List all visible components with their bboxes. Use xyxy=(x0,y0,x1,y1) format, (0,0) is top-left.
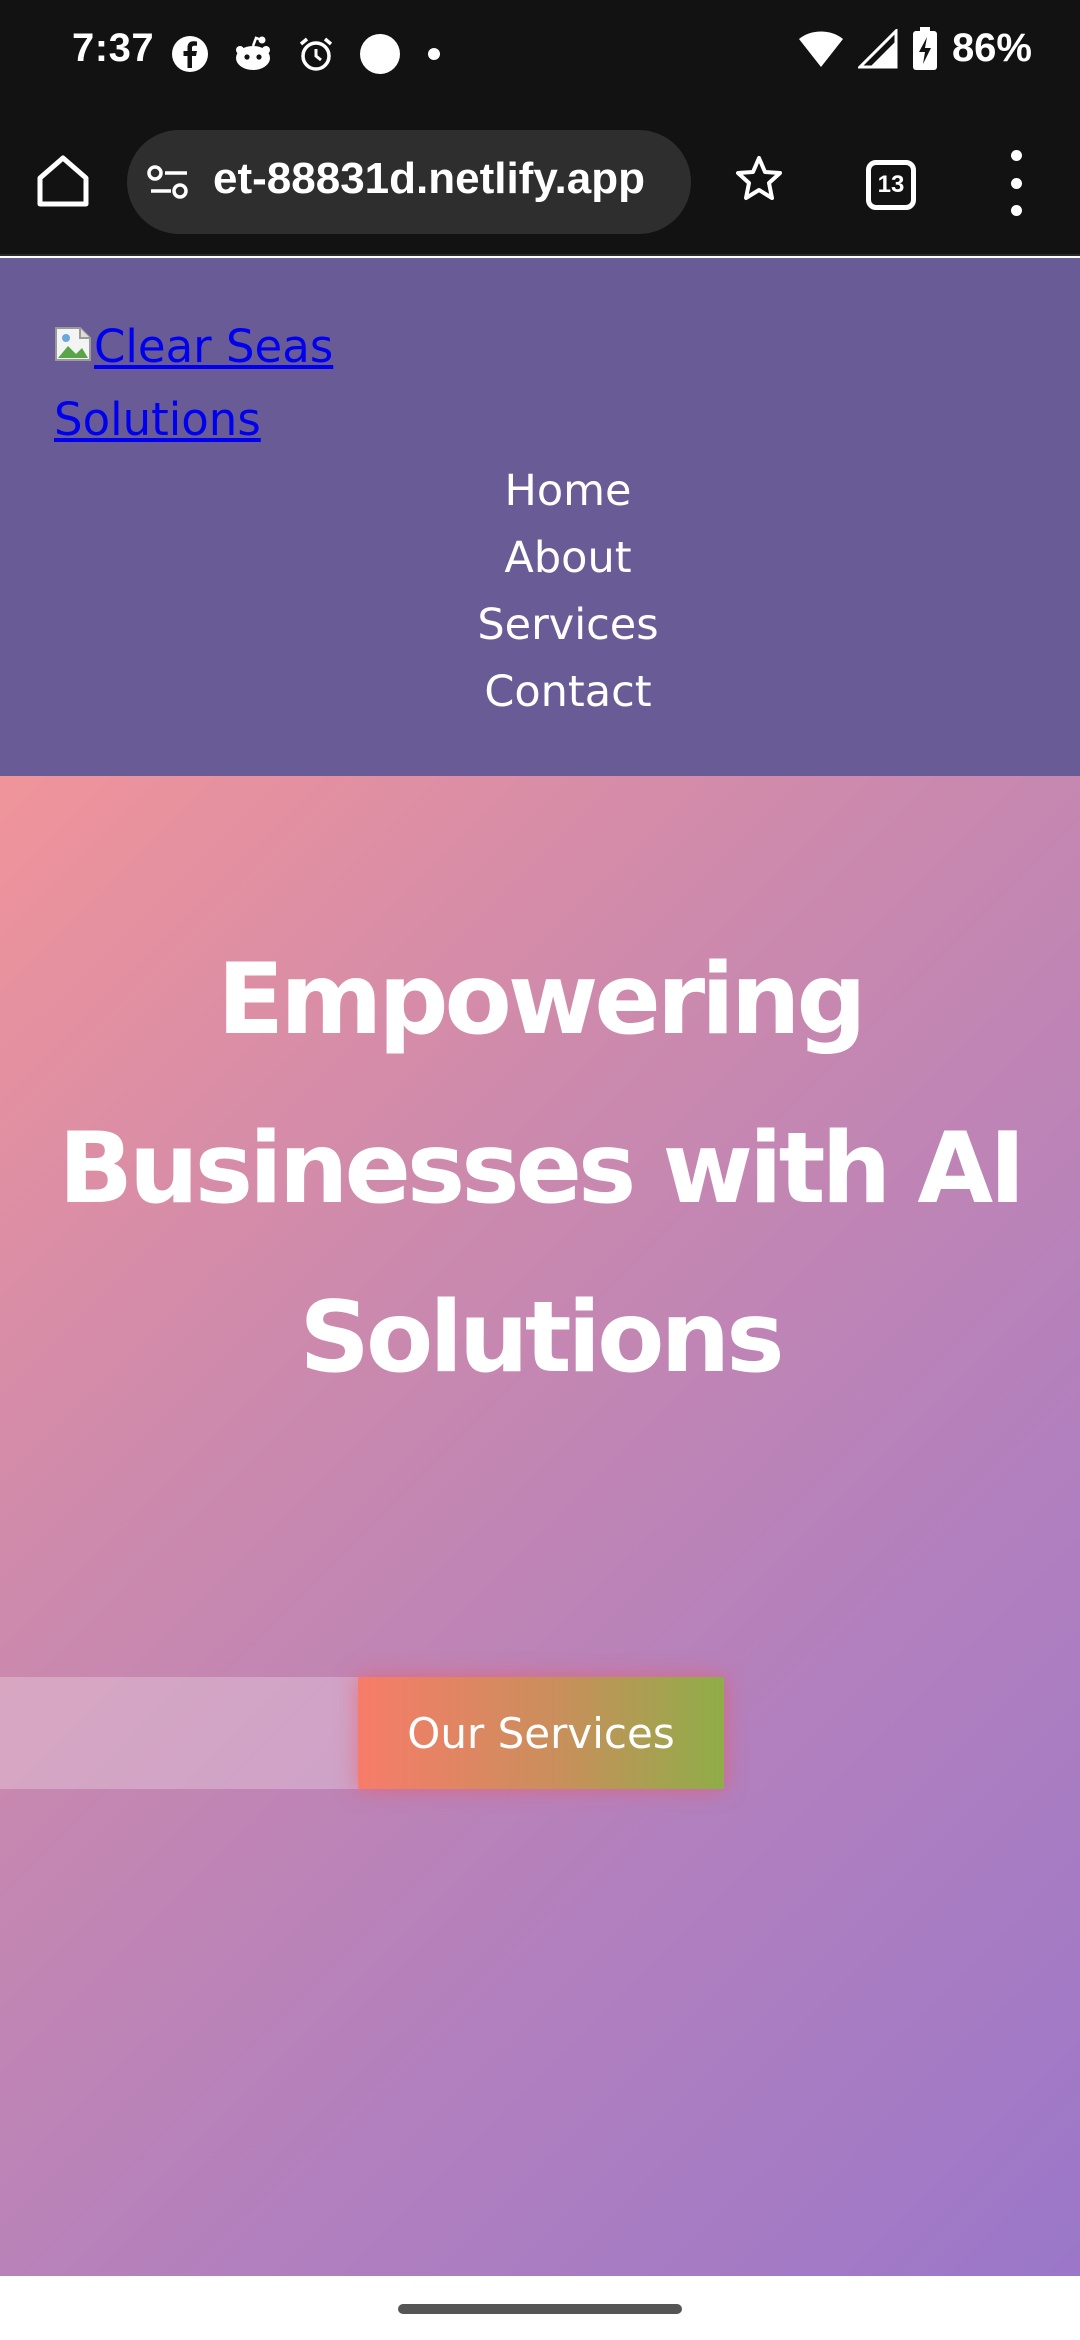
logo-alt-text[interactable]: Clear Seas Solutions xyxy=(54,320,333,446)
url-text[interactable]: et-88831d.netlify.app xyxy=(213,154,683,204)
browser-toolbar: et-88831d.netlify.app 13 xyxy=(0,110,1080,256)
main-nav: Home About Services Contact xyxy=(0,458,1080,726)
alarm-icon xyxy=(299,37,333,71)
notification-icons xyxy=(170,32,444,76)
system-icons: 86% xyxy=(798,26,1032,71)
hero-section: Empowering Businesses with AI Solutions … xyxy=(0,776,1080,2276)
tab-switcher-button[interactable]: 13 xyxy=(866,160,916,210)
nav-item-home[interactable]: Home xyxy=(56,458,1080,525)
reddit-icon xyxy=(236,36,270,70)
gesture-handle[interactable] xyxy=(398,2304,682,2314)
nav-item-about[interactable]: About xyxy=(56,525,1080,592)
circle-icon xyxy=(360,34,400,74)
status-bar: 7:37 86% xyxy=(0,0,1080,110)
address-bar[interactable]: et-88831d.netlify.app xyxy=(127,130,691,234)
logo-link[interactable]: Clear Seas Solutions xyxy=(54,310,394,456)
dot-icon xyxy=(428,48,440,60)
hero-title: Empowering Businesses with AI Solutions xyxy=(58,943,1025,1395)
our-services-button[interactable]: Our Services xyxy=(358,1677,724,1789)
facebook-icon xyxy=(172,36,208,72)
wifi-icon xyxy=(798,31,843,67)
hero-button-band xyxy=(0,1677,360,1789)
status-time: 7:37 xyxy=(72,26,155,70)
navigation-gesture-area xyxy=(0,2276,1080,2340)
site-header: Clear Seas Solutions Home About Services… xyxy=(0,258,1080,776)
signal-icon xyxy=(857,28,898,68)
broken-image-icon xyxy=(54,310,94,361)
home-icon[interactable] xyxy=(34,152,92,210)
nav-item-services[interactable]: Services xyxy=(56,592,1080,659)
bookmark-star-icon[interactable] xyxy=(734,154,784,204)
site-settings-icon[interactable] xyxy=(147,164,191,200)
more-menu-icon[interactable] xyxy=(1004,150,1028,216)
nav-item-contact[interactable]: Contact xyxy=(56,659,1080,726)
battery-charging-icon xyxy=(912,26,937,70)
battery-percentage: 86% xyxy=(951,26,1032,70)
